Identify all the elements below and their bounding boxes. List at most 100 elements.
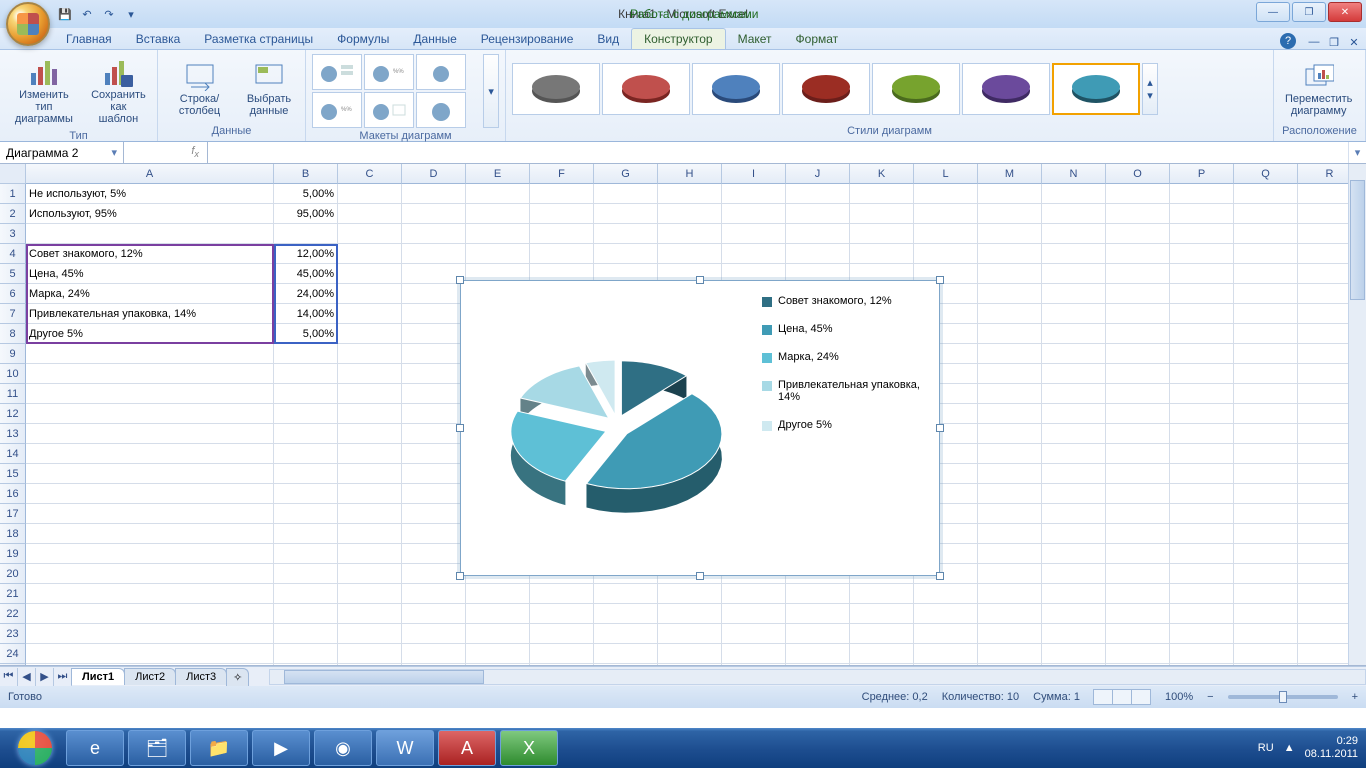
row-header[interactable]: 8 — [0, 324, 26, 344]
cell[interactable] — [1042, 604, 1106, 624]
qat-more-icon[interactable]: ▾ — [122, 5, 140, 23]
row-header[interactable]: 11 — [0, 384, 26, 404]
embedded-chart[interactable]: Совет знакомого, 12%Цена, 45%Марка, 24%П… — [460, 280, 940, 576]
cell[interactable] — [914, 584, 978, 604]
cell[interactable] — [594, 204, 658, 224]
cell[interactable] — [338, 444, 402, 464]
cell[interactable] — [914, 204, 978, 224]
cell[interactable] — [338, 664, 402, 666]
cell[interactable] — [1042, 644, 1106, 664]
column-header[interactable]: C — [338, 164, 402, 184]
cell[interactable] — [1170, 444, 1234, 464]
style-item-selected[interactable] — [1052, 63, 1140, 115]
cell[interactable] — [402, 444, 466, 464]
row-header[interactable]: 20 — [0, 564, 26, 584]
minimize-button[interactable]: — — [1256, 2, 1290, 22]
cell[interactable] — [1042, 244, 1106, 264]
cell[interactable] — [402, 384, 466, 404]
tab-review[interactable]: Рецензирование — [469, 29, 586, 49]
resize-handle[interactable] — [456, 276, 464, 284]
cell[interactable] — [1106, 324, 1170, 344]
cell[interactable]: 45,00% — [274, 264, 338, 284]
column-header[interactable]: N — [1042, 164, 1106, 184]
resize-handle[interactable] — [936, 276, 944, 284]
cell[interactable] — [1106, 284, 1170, 304]
layout-item[interactable] — [312, 54, 362, 90]
cell[interactable] — [1170, 624, 1234, 644]
row-header[interactable]: 1 — [0, 184, 26, 204]
cell[interactable] — [402, 304, 466, 324]
cell[interactable] — [1042, 624, 1106, 644]
cell[interactable] — [26, 464, 274, 484]
cell[interactable] — [1234, 564, 1298, 584]
cell[interactable] — [1042, 424, 1106, 444]
cell[interactable] — [914, 184, 978, 204]
cell[interactable] — [914, 244, 978, 264]
cell[interactable] — [594, 244, 658, 264]
cell[interactable] — [338, 204, 402, 224]
cell[interactable] — [658, 604, 722, 624]
layout-item[interactable] — [416, 54, 466, 90]
cell[interactable] — [274, 464, 338, 484]
cell[interactable] — [594, 604, 658, 624]
switch-row-column-button[interactable]: Строка/столбец — [164, 58, 235, 120]
row-header[interactable]: 25 — [0, 664, 26, 666]
cell[interactable] — [26, 424, 274, 444]
row-header[interactable]: 5 — [0, 264, 26, 284]
cell[interactable] — [1042, 564, 1106, 584]
cell[interactable] — [274, 564, 338, 584]
cell[interactable] — [1042, 324, 1106, 344]
cell[interactable] — [1234, 524, 1298, 544]
resize-handle[interactable] — [936, 424, 944, 432]
cell[interactable]: Другое 5% — [26, 324, 274, 344]
legend-item[interactable]: Марка, 24% — [762, 351, 929, 363]
cell[interactable] — [338, 604, 402, 624]
cell[interactable] — [1170, 604, 1234, 624]
cell[interactable] — [1234, 324, 1298, 344]
cell[interactable] — [1234, 444, 1298, 464]
legend-item[interactable]: Совет знакомого, 12% — [762, 295, 929, 307]
cell[interactable] — [1170, 284, 1234, 304]
cell[interactable] — [722, 244, 786, 264]
resize-handle[interactable] — [456, 572, 464, 580]
cell[interactable] — [402, 524, 466, 544]
name-box-dropdown-icon[interactable]: ▾ — [111, 146, 117, 159]
cell[interactable] — [1234, 344, 1298, 364]
sheet-nav-prev-icon[interactable]: ◀ — [18, 668, 36, 686]
cell[interactable] — [402, 204, 466, 224]
cell[interactable] — [1042, 584, 1106, 604]
wb-restore-icon[interactable]: ❐ — [1326, 35, 1342, 49]
cell[interactable] — [274, 664, 338, 666]
sheet-tab-3[interactable]: Лист3 — [175, 668, 227, 685]
cell[interactable] — [1042, 464, 1106, 484]
cell[interactable] — [1106, 584, 1170, 604]
row-header[interactable]: 18 — [0, 524, 26, 544]
cell[interactable] — [978, 264, 1042, 284]
cell[interactable] — [1042, 264, 1106, 284]
cell[interactable] — [26, 344, 274, 364]
cell[interactable]: Не используют, 5% — [26, 184, 274, 204]
cell[interactable] — [26, 564, 274, 584]
tab-chart-design[interactable]: Конструктор — [631, 28, 725, 49]
tab-formulas[interactable]: Формулы — [325, 29, 401, 49]
cell[interactable] — [1234, 204, 1298, 224]
cell[interactable] — [1042, 284, 1106, 304]
cell[interactable] — [530, 604, 594, 624]
cell[interactable]: Совет знакомого, 12% — [26, 244, 274, 264]
cell[interactable] — [1106, 524, 1170, 544]
cell[interactable] — [402, 404, 466, 424]
cell[interactable]: Используют, 95% — [26, 204, 274, 224]
view-page-break-button[interactable] — [1131, 689, 1151, 705]
legend-item[interactable]: Привлекательная упаковка, 14% — [762, 379, 929, 403]
cell[interactable] — [1234, 264, 1298, 284]
column-header[interactable]: J — [786, 164, 850, 184]
layout-item[interactable] — [364, 92, 414, 128]
cell[interactable] — [530, 224, 594, 244]
cell[interactable] — [274, 624, 338, 644]
cell[interactable] — [722, 664, 786, 666]
cell[interactable] — [978, 324, 1042, 344]
column-header[interactable]: I — [722, 164, 786, 184]
save-as-template-button[interactable]: Сохранить как шаблон — [86, 54, 151, 128]
cell[interactable] — [1234, 284, 1298, 304]
tray-clock[interactable]: 0:29 08.11.2011 — [1305, 735, 1358, 761]
